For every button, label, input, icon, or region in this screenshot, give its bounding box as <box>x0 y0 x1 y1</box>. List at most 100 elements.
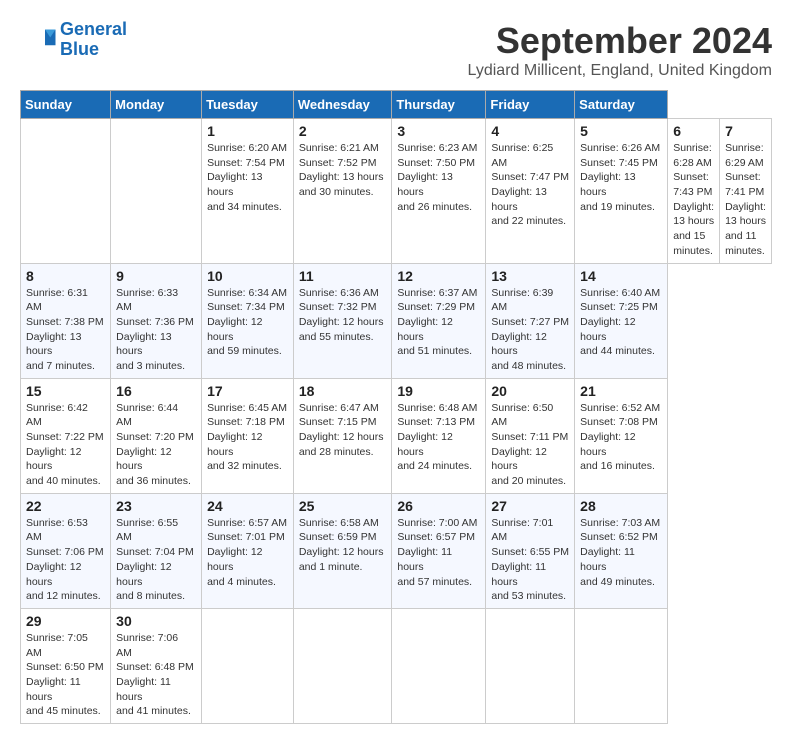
day-number: 23 <box>116 498 196 514</box>
calendar-cell: 15 Sunrise: 6:42 AM Sunset: 7:22 PM Dayli… <box>21 378 111 493</box>
day-number: 25 <box>299 498 387 514</box>
day-number: 13 <box>491 268 569 284</box>
day-info: Sunrise: 7:06 AM Sunset: 6:48 PM Dayligh… <box>116 631 196 719</box>
calendar-cell <box>111 119 202 264</box>
day-info: Sunrise: 7:01 AM Sunset: 6:55 PM Dayligh… <box>491 516 569 604</box>
week-row-3: 15 Sunrise: 6:42 AM Sunset: 7:22 PM Dayli… <box>21 378 772 493</box>
day-number: 29 <box>26 613 105 629</box>
calendar-cell: 4 Sunrise: 6:25 AM Sunset: 7:47 PM Daylig… <box>486 119 575 264</box>
calendar-cell: 28 Sunrise: 7:03 AM Sunset: 6:52 PM Dayli… <box>575 493 668 608</box>
day-number: 22 <box>26 498 105 514</box>
calendar-cell: 5Sunrise: 6:26 AM Sunset: 7:45 PM Daylig… <box>575 119 668 264</box>
day-info: Sunrise: 6:57 AM Sunset: 7:01 PM Dayligh… <box>207 516 288 589</box>
calendar-cell: 25 Sunrise: 6:58 AM Sunset: 6:59 PM Dayli… <box>293 493 392 608</box>
calendar-cell: 23 Sunrise: 6:55 AM Sunset: 7:04 PM Dayli… <box>111 493 202 608</box>
day-number: 18 <box>299 383 387 399</box>
day-info: Sunrise: 6:37 AM Sunset: 7:29 PM Dayligh… <box>397 286 480 359</box>
calendar-cell: 1 Sunrise: 6:20 AM Sunset: 7:54 PM Daylig… <box>202 119 294 264</box>
day-number: 15 <box>26 383 105 399</box>
calendar-cell: 6 Sunrise: 6:28 AM Sunset: 7:43 PM Daylig… <box>668 119 720 264</box>
calendar-cell <box>21 119 111 264</box>
day-number: 3 <box>397 123 480 139</box>
calendar-cell: 2Sunrise: 6:21 AM Sunset: 7:52 PM Daylig… <box>293 119 392 264</box>
day-info: Sunrise: 6:28 AM Sunset: 7:43 PM Dayligh… <box>673 141 714 259</box>
column-header-wednesday: Wednesday <box>293 91 392 119</box>
calendar-cell: 3 Sunrise: 6:23 AM Sunset: 7:50 PM Daylig… <box>392 119 486 264</box>
week-row-2: 8 Sunrise: 6:31 AM Sunset: 7:38 PM Daylig… <box>21 263 772 378</box>
day-info: Sunrise: 6:58 AM Sunset: 6:59 PM Dayligh… <box>299 516 387 575</box>
day-number: 11 <box>299 268 387 284</box>
day-number: 8 <box>26 268 105 284</box>
day-info: Sunrise: 6:36 AM Sunset: 7:32 PM Dayligh… <box>299 286 387 345</box>
calendar-cell: 16 Sunrise: 6:44 AM Sunset: 7:20 PM Dayli… <box>111 378 202 493</box>
day-number: 28 <box>580 498 662 514</box>
day-number: 20 <box>491 383 569 399</box>
calendar-cell <box>392 608 486 723</box>
week-row-4: 22Sunrise: 6:53 AM Sunset: 7:06 PM Dayli… <box>21 493 772 608</box>
day-number: 9 <box>116 268 196 284</box>
day-number: 26 <box>397 498 480 514</box>
logo: General Blue <box>20 20 127 60</box>
column-header-saturday: Saturday <box>575 91 668 119</box>
day-info: Sunrise: 6:44 AM Sunset: 7:20 PM Dayligh… <box>116 401 196 489</box>
day-info: Sunrise: 6:52 AM Sunset: 7:08 PM Dayligh… <box>580 401 662 474</box>
day-info: Sunrise: 6:33 AM Sunset: 7:36 PM Dayligh… <box>116 286 196 374</box>
week-row-1: 1 Sunrise: 6:20 AM Sunset: 7:54 PM Daylig… <box>21 119 772 264</box>
calendar-cell: 9 Sunrise: 6:33 AM Sunset: 7:36 PM Daylig… <box>111 263 202 378</box>
month-title: September 2024 <box>468 20 772 62</box>
column-header-monday: Monday <box>111 91 202 119</box>
day-info: Sunrise: 6:39 AM Sunset: 7:27 PM Dayligh… <box>491 286 569 374</box>
logo-text: General Blue <box>60 20 127 60</box>
day-info: Sunrise: 7:03 AM Sunset: 6:52 PM Dayligh… <box>580 516 662 589</box>
calendar-cell: 8 Sunrise: 6:31 AM Sunset: 7:38 PM Daylig… <box>21 263 111 378</box>
calendar-cell: 17 Sunrise: 6:45 AM Sunset: 7:18 PM Dayli… <box>202 378 294 493</box>
day-info: Sunrise: 6:55 AM Sunset: 7:04 PM Dayligh… <box>116 516 196 604</box>
calendar-table: SundayMondayTuesdayWednesdayThursdayFrid… <box>20 90 772 724</box>
day-number: 19 <box>397 383 480 399</box>
logo-icon <box>20 26 56 54</box>
calendar-cell <box>486 608 575 723</box>
column-header-thursday: Thursday <box>392 91 486 119</box>
calendar-cell: 26 Sunrise: 7:00 AM Sunset: 6:57 PM Dayli… <box>392 493 486 608</box>
day-number: 6 <box>673 123 714 139</box>
day-number: 4 <box>491 123 569 139</box>
calendar-body: 1 Sunrise: 6:20 AM Sunset: 7:54 PM Daylig… <box>21 119 772 724</box>
calendar-cell: 22Sunrise: 6:53 AM Sunset: 7:06 PM Dayli… <box>21 493 111 608</box>
calendar-cell: 18 Sunrise: 6:47 AM Sunset: 7:15 PM Dayli… <box>293 378 392 493</box>
day-number: 1 <box>207 123 288 139</box>
calendar-header: SundayMondayTuesdayWednesdayThursdayFrid… <box>21 91 772 119</box>
day-info: Sunrise: 6:42 AM Sunset: 7:22 PM Dayligh… <box>26 401 105 489</box>
calendar-cell: 12Sunrise: 6:37 AM Sunset: 7:29 PM Dayli… <box>392 263 486 378</box>
column-header-friday: Friday <box>486 91 575 119</box>
calendar-cell: 7Sunrise: 6:29 AM Sunset: 7:41 PM Daylig… <box>720 119 772 264</box>
column-header-tuesday: Tuesday <box>202 91 294 119</box>
day-info: Sunrise: 6:40 AM Sunset: 7:25 PM Dayligh… <box>580 286 662 359</box>
calendar-cell: 13 Sunrise: 6:39 AM Sunset: 7:27 PM Dayli… <box>486 263 575 378</box>
day-number: 7 <box>725 123 766 139</box>
calendar-cell <box>293 608 392 723</box>
day-info: Sunrise: 6:20 AM Sunset: 7:54 PM Dayligh… <box>207 141 288 214</box>
calendar-cell: 24 Sunrise: 6:57 AM Sunset: 7:01 PM Dayli… <box>202 493 294 608</box>
calendar-cell: 29 Sunrise: 7:05 AM Sunset: 6:50 PM Dayli… <box>21 608 111 723</box>
calendar-cell: 30Sunrise: 7:06 AM Sunset: 6:48 PM Dayli… <box>111 608 202 723</box>
day-info: Sunrise: 6:25 AM Sunset: 7:47 PM Dayligh… <box>491 141 569 229</box>
calendar-cell: 27Sunrise: 7:01 AM Sunset: 6:55 PM Dayli… <box>486 493 575 608</box>
day-number: 16 <box>116 383 196 399</box>
day-info: Sunrise: 7:00 AM Sunset: 6:57 PM Dayligh… <box>397 516 480 589</box>
title-block: September 2024 Lydiard Millicent, Englan… <box>468 20 772 80</box>
day-number: 24 <box>207 498 288 514</box>
calendar-cell: 21 Sunrise: 6:52 AM Sunset: 7:08 PM Dayli… <box>575 378 668 493</box>
calendar-cell: 20Sunrise: 6:50 AM Sunset: 7:11 PM Dayli… <box>486 378 575 493</box>
day-info: Sunrise: 6:34 AM Sunset: 7:34 PM Dayligh… <box>207 286 288 359</box>
day-info: Sunrise: 6:23 AM Sunset: 7:50 PM Dayligh… <box>397 141 480 214</box>
day-number: 21 <box>580 383 662 399</box>
day-info: Sunrise: 6:31 AM Sunset: 7:38 PM Dayligh… <box>26 286 105 374</box>
day-info: Sunrise: 6:48 AM Sunset: 7:13 PM Dayligh… <box>397 401 480 474</box>
day-info: Sunrise: 6:26 AM Sunset: 7:45 PM Dayligh… <box>580 141 662 214</box>
day-info: Sunrise: 7:05 AM Sunset: 6:50 PM Dayligh… <box>26 631 105 719</box>
calendar-cell <box>202 608 294 723</box>
day-number: 14 <box>580 268 662 284</box>
day-info: Sunrise: 6:47 AM Sunset: 7:15 PM Dayligh… <box>299 401 387 460</box>
day-info: Sunrise: 6:45 AM Sunset: 7:18 PM Dayligh… <box>207 401 288 474</box>
day-number: 17 <box>207 383 288 399</box>
